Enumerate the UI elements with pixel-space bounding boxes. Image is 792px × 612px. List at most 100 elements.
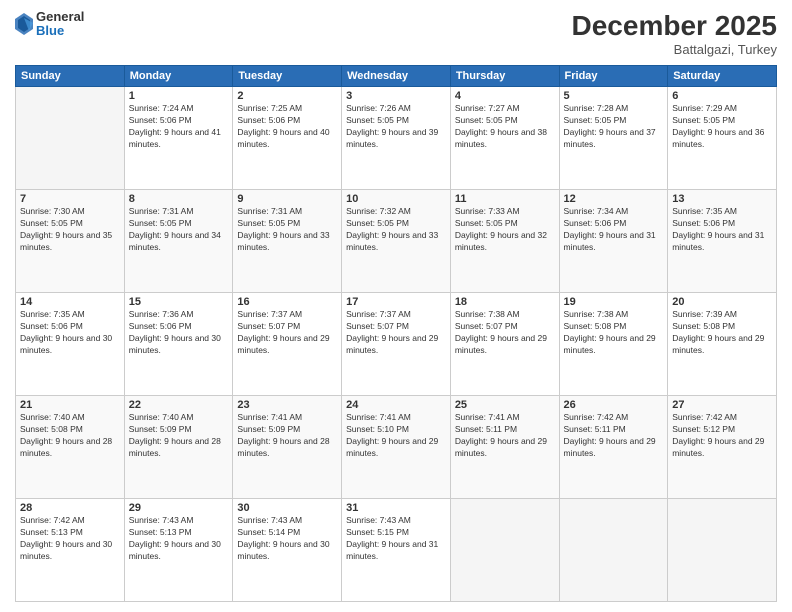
calendar-cell: 14Sunrise: 7:35 AMSunset: 5:06 PMDayligh… bbox=[16, 293, 125, 396]
day-header-friday: Friday bbox=[559, 66, 668, 87]
calendar-cell: 15Sunrise: 7:36 AMSunset: 5:06 PMDayligh… bbox=[124, 293, 233, 396]
day-info: Sunrise: 7:40 AMSunset: 5:09 PMDaylight:… bbox=[129, 412, 229, 460]
calendar-cell: 4Sunrise: 7:27 AMSunset: 5:05 PMDaylight… bbox=[450, 87, 559, 190]
day-number: 10 bbox=[346, 193, 446, 205]
day-info: Sunrise: 7:38 AMSunset: 5:07 PMDaylight:… bbox=[455, 309, 555, 357]
calendar-cell: 22Sunrise: 7:40 AMSunset: 5:09 PMDayligh… bbox=[124, 396, 233, 499]
day-number: 29 bbox=[129, 502, 229, 514]
day-info: Sunrise: 7:39 AMSunset: 5:08 PMDaylight:… bbox=[672, 309, 772, 357]
day-info: Sunrise: 7:26 AMSunset: 5:05 PMDaylight:… bbox=[346, 103, 446, 151]
logo-general: General bbox=[36, 10, 84, 24]
calendar-cell: 12Sunrise: 7:34 AMSunset: 5:06 PMDayligh… bbox=[559, 190, 668, 293]
calendar-cell: 17Sunrise: 7:37 AMSunset: 5:07 PMDayligh… bbox=[342, 293, 451, 396]
calendar-cell: 2Sunrise: 7:25 AMSunset: 5:06 PMDaylight… bbox=[233, 87, 342, 190]
day-info: Sunrise: 7:34 AMSunset: 5:06 PMDaylight:… bbox=[564, 206, 664, 254]
day-info: Sunrise: 7:36 AMSunset: 5:06 PMDaylight:… bbox=[129, 309, 229, 357]
day-number: 5 bbox=[564, 90, 664, 102]
day-number: 21 bbox=[20, 399, 120, 411]
calendar-cell: 28Sunrise: 7:42 AMSunset: 5:13 PMDayligh… bbox=[16, 499, 125, 602]
day-number: 8 bbox=[129, 193, 229, 205]
calendar-cell: 23Sunrise: 7:41 AMSunset: 5:09 PMDayligh… bbox=[233, 396, 342, 499]
day-number: 31 bbox=[346, 502, 446, 514]
page-header: General Blue December 2025 Battalgazi, T… bbox=[15, 10, 777, 57]
day-header-monday: Monday bbox=[124, 66, 233, 87]
day-number: 15 bbox=[129, 296, 229, 308]
day-number: 26 bbox=[564, 399, 664, 411]
day-info: Sunrise: 7:25 AMSunset: 5:06 PMDaylight:… bbox=[237, 103, 337, 151]
day-info: Sunrise: 7:33 AMSunset: 5:05 PMDaylight:… bbox=[455, 206, 555, 254]
calendar-cell: 30Sunrise: 7:43 AMSunset: 5:14 PMDayligh… bbox=[233, 499, 342, 602]
day-info: Sunrise: 7:38 AMSunset: 5:08 PMDaylight:… bbox=[564, 309, 664, 357]
calendar-cell bbox=[450, 499, 559, 602]
logo-icon bbox=[15, 13, 33, 35]
day-number: 6 bbox=[672, 90, 772, 102]
day-info: Sunrise: 7:42 AMSunset: 5:13 PMDaylight:… bbox=[20, 515, 120, 563]
calendar-cell: 7Sunrise: 7:30 AMSunset: 5:05 PMDaylight… bbox=[16, 190, 125, 293]
day-number: 12 bbox=[564, 193, 664, 205]
day-header-saturday: Saturday bbox=[668, 66, 777, 87]
day-number: 2 bbox=[237, 90, 337, 102]
day-info: Sunrise: 7:24 AMSunset: 5:06 PMDaylight:… bbox=[129, 103, 229, 151]
calendar-cell: 31Sunrise: 7:43 AMSunset: 5:15 PMDayligh… bbox=[342, 499, 451, 602]
calendar-cell: 27Sunrise: 7:42 AMSunset: 5:12 PMDayligh… bbox=[668, 396, 777, 499]
calendar-cell bbox=[668, 499, 777, 602]
calendar-cell bbox=[16, 87, 125, 190]
day-info: Sunrise: 7:37 AMSunset: 5:07 PMDaylight:… bbox=[346, 309, 446, 357]
calendar-cell bbox=[559, 499, 668, 602]
calendar-cell: 10Sunrise: 7:32 AMSunset: 5:05 PMDayligh… bbox=[342, 190, 451, 293]
calendar-header-row: SundayMondayTuesdayWednesdayThursdayFrid… bbox=[16, 66, 777, 87]
calendar-cell: 19Sunrise: 7:38 AMSunset: 5:08 PMDayligh… bbox=[559, 293, 668, 396]
day-number: 23 bbox=[237, 399, 337, 411]
calendar-week-5: 28Sunrise: 7:42 AMSunset: 5:13 PMDayligh… bbox=[16, 499, 777, 602]
month-title: December 2025 bbox=[572, 10, 777, 42]
day-info: Sunrise: 7:28 AMSunset: 5:05 PMDaylight:… bbox=[564, 103, 664, 151]
day-number: 16 bbox=[237, 296, 337, 308]
day-number: 14 bbox=[20, 296, 120, 308]
day-number: 28 bbox=[20, 502, 120, 514]
day-info: Sunrise: 7:41 AMSunset: 5:10 PMDaylight:… bbox=[346, 412, 446, 460]
day-number: 25 bbox=[455, 399, 555, 411]
calendar-cell: 9Sunrise: 7:31 AMSunset: 5:05 PMDaylight… bbox=[233, 190, 342, 293]
day-info: Sunrise: 7:37 AMSunset: 5:07 PMDaylight:… bbox=[237, 309, 337, 357]
day-number: 24 bbox=[346, 399, 446, 411]
calendar-cell: 16Sunrise: 7:37 AMSunset: 5:07 PMDayligh… bbox=[233, 293, 342, 396]
logo-blue: Blue bbox=[36, 24, 84, 38]
calendar-cell: 21Sunrise: 7:40 AMSunset: 5:08 PMDayligh… bbox=[16, 396, 125, 499]
calendar-week-1: 1Sunrise: 7:24 AMSunset: 5:06 PMDaylight… bbox=[16, 87, 777, 190]
logo: General Blue bbox=[15, 10, 84, 39]
calendar-cell: 13Sunrise: 7:35 AMSunset: 5:06 PMDayligh… bbox=[668, 190, 777, 293]
day-info: Sunrise: 7:31 AMSunset: 5:05 PMDaylight:… bbox=[129, 206, 229, 254]
day-info: Sunrise: 7:30 AMSunset: 5:05 PMDaylight:… bbox=[20, 206, 120, 254]
day-info: Sunrise: 7:43 AMSunset: 5:15 PMDaylight:… bbox=[346, 515, 446, 563]
calendar-cell: 29Sunrise: 7:43 AMSunset: 5:13 PMDayligh… bbox=[124, 499, 233, 602]
calendar-cell: 8Sunrise: 7:31 AMSunset: 5:05 PMDaylight… bbox=[124, 190, 233, 293]
day-number: 22 bbox=[129, 399, 229, 411]
logo-text: General Blue bbox=[36, 10, 84, 39]
day-info: Sunrise: 7:43 AMSunset: 5:14 PMDaylight:… bbox=[237, 515, 337, 563]
day-number: 11 bbox=[455, 193, 555, 205]
day-info: Sunrise: 7:31 AMSunset: 5:05 PMDaylight:… bbox=[237, 206, 337, 254]
calendar-cell: 5Sunrise: 7:28 AMSunset: 5:05 PMDaylight… bbox=[559, 87, 668, 190]
day-header-wednesday: Wednesday bbox=[342, 66, 451, 87]
calendar-cell: 18Sunrise: 7:38 AMSunset: 5:07 PMDayligh… bbox=[450, 293, 559, 396]
calendar-cell: 11Sunrise: 7:33 AMSunset: 5:05 PMDayligh… bbox=[450, 190, 559, 293]
calendar-cell: 24Sunrise: 7:41 AMSunset: 5:10 PMDayligh… bbox=[342, 396, 451, 499]
day-info: Sunrise: 7:41 AMSunset: 5:09 PMDaylight:… bbox=[237, 412, 337, 460]
day-number: 3 bbox=[346, 90, 446, 102]
calendar-week-3: 14Sunrise: 7:35 AMSunset: 5:06 PMDayligh… bbox=[16, 293, 777, 396]
day-header-sunday: Sunday bbox=[16, 66, 125, 87]
calendar-cell: 1Sunrise: 7:24 AMSunset: 5:06 PMDaylight… bbox=[124, 87, 233, 190]
calendar-week-2: 7Sunrise: 7:30 AMSunset: 5:05 PMDaylight… bbox=[16, 190, 777, 293]
day-info: Sunrise: 7:42 AMSunset: 5:11 PMDaylight:… bbox=[564, 412, 664, 460]
calendar-cell: 20Sunrise: 7:39 AMSunset: 5:08 PMDayligh… bbox=[668, 293, 777, 396]
day-number: 7 bbox=[20, 193, 120, 205]
day-header-tuesday: Tuesday bbox=[233, 66, 342, 87]
day-number: 17 bbox=[346, 296, 446, 308]
day-info: Sunrise: 7:35 AMSunset: 5:06 PMDaylight:… bbox=[672, 206, 772, 254]
calendar-cell: 6Sunrise: 7:29 AMSunset: 5:05 PMDaylight… bbox=[668, 87, 777, 190]
day-number: 19 bbox=[564, 296, 664, 308]
day-number: 4 bbox=[455, 90, 555, 102]
calendar-cell: 25Sunrise: 7:41 AMSunset: 5:11 PMDayligh… bbox=[450, 396, 559, 499]
calendar-week-4: 21Sunrise: 7:40 AMSunset: 5:08 PMDayligh… bbox=[16, 396, 777, 499]
day-info: Sunrise: 7:32 AMSunset: 5:05 PMDaylight:… bbox=[346, 206, 446, 254]
